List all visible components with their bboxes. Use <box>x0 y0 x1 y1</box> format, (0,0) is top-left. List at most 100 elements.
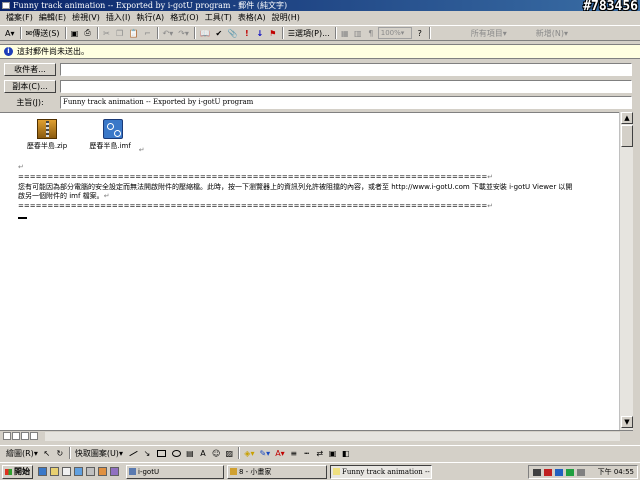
separator-line-bottom: ========================================… <box>18 202 493 211</box>
arrow-tool-icon[interactable]: ↘ <box>141 447 153 459</box>
cc-field[interactable] <box>60 80 632 93</box>
copy-icon[interactable]: ❐ <box>114 27 126 40</box>
wordart-icon[interactable]: A <box>197 447 209 459</box>
menu-bar: 檔案(F) 編輯(E) 檢視(V) 插入(I) 執行(A) 格式(O) 工具(T… <box>0 11 640 25</box>
clipart-icon[interactable]: ☺ <box>210 447 222 459</box>
font-color-icon[interactable]: A▾ <box>3 27 17 40</box>
menu-help[interactable]: 說明(H) <box>269 12 303 24</box>
quicklaunch-desktop-icon[interactable] <box>50 467 59 476</box>
task-mail[interactable]: Funny track animation -- E... <box>330 465 432 479</box>
message-body[interactable]: 歷春半島.zip 歷春半島.imf ↵ ↵ ===================… <box>0 112 619 430</box>
cut-icon[interactable]: ✂ <box>101 27 113 40</box>
undo-icon[interactable]: ↶▾ <box>161 27 176 40</box>
to-field[interactable] <box>60 63 632 76</box>
paste-icon[interactable]: 📋 <box>127 27 141 40</box>
quicklaunch-ie-icon[interactable] <box>38 467 47 476</box>
line-tool-icon[interactable] <box>129 450 138 456</box>
dash-style-icon[interactable]: ┅ <box>301 447 313 459</box>
font-color-draw-icon[interactable]: A▾ <box>273 447 287 459</box>
task-paint[interactable]: 8 - 小畫家 <box>227 465 327 479</box>
outline-view-icon[interactable] <box>30 432 38 440</box>
3d-icon[interactable]: ◧ <box>340 447 352 459</box>
volume-icon[interactable] <box>533 469 541 476</box>
paragraph-mark: ↵ <box>18 163 24 171</box>
vertical-scrollbar[interactable]: ▲ ▼ <box>619 112 633 430</box>
check-names-icon[interactable]: ✔ <box>213 27 225 40</box>
scroll-up-icon[interactable]: ▲ <box>621 112 633 124</box>
free-rotate-icon[interactable]: ↻ <box>54 447 66 459</box>
network-icon[interactable] <box>555 469 563 476</box>
attachment-zip[interactable]: 歷春半島.zip <box>17 119 77 151</box>
tray-app-icon[interactable] <box>577 469 585 476</box>
window-title-bar[interactable]: Funny track animation -- Exported by i-g… <box>0 0 640 11</box>
normal-view-icon[interactable] <box>3 432 11 440</box>
attach-file-icon[interactable]: 📎 <box>226 27 240 40</box>
scroll-thumb[interactable] <box>621 125 633 147</box>
menu-format[interactable]: 格式(O) <box>167 12 202 24</box>
start-button[interactable]: 開始 <box>2 465 33 479</box>
all-items-button[interactable]: 所有項目 ▾ <box>469 27 509 40</box>
oval-tool-icon[interactable] <box>171 449 181 457</box>
textbox-icon[interactable]: ▤ <box>184 447 196 459</box>
web-view-icon[interactable] <box>12 432 20 440</box>
menu-view[interactable]: 檢視(V) <box>69 12 103 24</box>
quicklaunch-explorer-icon[interactable] <box>62 467 71 476</box>
redo-icon[interactable]: ↷▾ <box>176 27 191 40</box>
line-color-icon[interactable]: ✎▾ <box>257 447 272 459</box>
quicklaunch-outlook-icon[interactable] <box>74 467 83 476</box>
tray-app-icon[interactable] <box>566 469 574 476</box>
cc-row: 副本(C)... <box>0 78 640 94</box>
options-button[interactable]: ☰ 選項(P)... <box>286 27 332 40</box>
print-icon[interactable]: ⎙ <box>82 27 94 40</box>
tray-app-icon[interactable] <box>544 469 552 476</box>
standard-toolbar: A▾ ✉ 傳送(S) ▣ ⎙ ✂ ❐ 📋 ⌐ ↶▾ ↷▾ 📖 ✔ 📎 ! ↓ ⚑ … <box>0 25 640 41</box>
high-importance-icon[interactable]: ! <box>241 27 253 40</box>
menu-tools[interactable]: 工具(T) <box>202 12 235 24</box>
shadow-icon[interactable]: ▣ <box>327 447 339 459</box>
draw-menu-button[interactable]: 繪圖(R) ▾ <box>4 447 40 459</box>
fill-color-icon[interactable]: ◈▾ <box>242 447 256 459</box>
scroll-down-icon[interactable]: ▼ <box>621 416 633 428</box>
follow-up-flag-icon[interactable]: ⚑ <box>267 27 279 40</box>
address-book-icon[interactable]: 📖 <box>198 27 212 40</box>
horizontal-scroll-track[interactable] <box>45 432 620 441</box>
autoshapes-button[interactable]: 快取圖案(U) ▾ <box>73 447 125 459</box>
quicklaunch-media-icon[interactable] <box>86 467 95 476</box>
format-painter-icon[interactable]: ⌐ <box>142 27 154 40</box>
draw-label: 繪圖(R) <box>6 448 34 458</box>
menu-insert[interactable]: 插入(I) <box>103 12 134 24</box>
separator-text: ========================================… <box>18 173 488 181</box>
arrow-style-icon[interactable]: ⇄ <box>314 447 326 459</box>
to-button[interactable]: 收件者... <box>4 63 56 76</box>
attachment-imf[interactable]: 歷春半島.imf ↵ <box>83 119 145 154</box>
line-style-icon[interactable]: ≡ <box>288 447 300 459</box>
horizontal-scrollbar[interactable] <box>0 430 633 442</box>
low-importance-icon[interactable]: ↓ <box>254 27 266 40</box>
quicklaunch-app-icon[interactable] <box>110 467 119 476</box>
menu-edit[interactable]: 編輯(E) <box>36 12 69 24</box>
select-objects-icon[interactable]: ↖ <box>41 447 53 459</box>
table-icon[interactable]: ▦ <box>339 27 351 40</box>
help-icon[interactable]: ? <box>414 27 426 40</box>
send-button[interactable]: ✉ 傳送(S) <box>24 27 62 40</box>
send-label: 傳送(S) <box>32 28 60 38</box>
zoom-select[interactable]: 100% ▾ <box>377 27 412 39</box>
show-hide-icon[interactable]: ¶ <box>365 27 377 40</box>
save-icon[interactable]: ▣ <box>69 27 81 40</box>
task-igotu[interactable]: i-gotU <box>126 465 224 479</box>
menu-file[interactable]: 檔案(F) <box>3 12 36 24</box>
print-view-icon[interactable] <box>21 432 29 440</box>
menu-actions[interactable]: 執行(A) <box>133 12 167 24</box>
rectangle-tool-icon[interactable] <box>156 449 166 457</box>
subject-field[interactable]: Funny track animation -- Exported by i-g… <box>60 96 632 109</box>
picture-icon[interactable]: ▨ <box>223 447 235 459</box>
columns-icon[interactable]: ▥ <box>352 27 364 40</box>
menu-table[interactable]: 表格(A) <box>235 12 269 24</box>
quicklaunch-app-icon[interactable] <box>98 467 107 476</box>
new-button[interactable]: 新增(N) ▾ <box>534 27 570 40</box>
clock[interactable]: 下午 04:55 <box>598 466 634 478</box>
cc-button[interactable]: 副本(C)... <box>4 80 56 93</box>
toolbar-separator <box>334 27 337 39</box>
system-tray: 下午 04:55 <box>528 465 638 479</box>
toolbar-separator <box>64 27 67 39</box>
